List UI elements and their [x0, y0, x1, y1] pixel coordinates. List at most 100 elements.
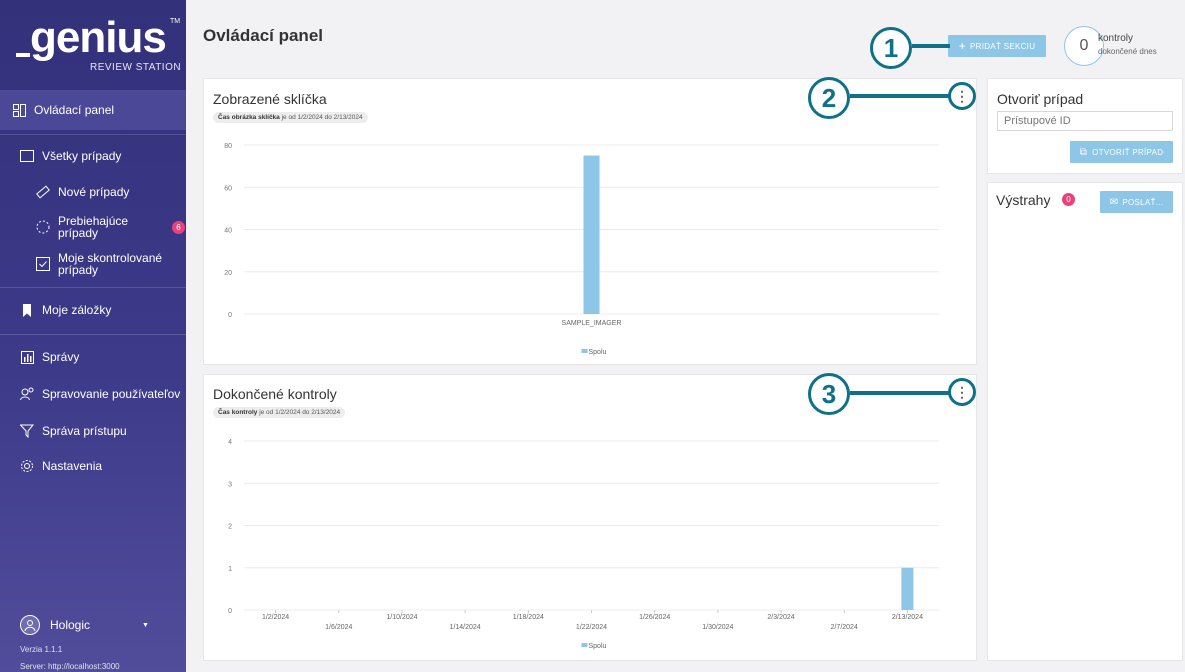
- more-options-icon[interactable]: ⋮: [948, 82, 976, 110]
- x-tick-label: 1/26/2024: [639, 614, 670, 621]
- sidebar-item-label: Všetky prípady: [42, 149, 122, 163]
- dashboard-icon: [12, 103, 26, 117]
- bar-chart-icon: [20, 350, 34, 364]
- legend-label: Spolu: [589, 643, 607, 650]
- divider: [0, 134, 186, 135]
- callout-badge: 1: [870, 27, 912, 69]
- y-tick-label: 40: [224, 228, 232, 235]
- sidebar-item-settings[interactable]: Nastavenia: [0, 456, 186, 476]
- send-label: POSLAŤ...: [1122, 197, 1164, 207]
- legend-label: Spolu: [589, 349, 607, 356]
- x-tick-label: 1/2/2024: [262, 614, 289, 621]
- checks-label: kontroly: [1098, 33, 1134, 44]
- external-link-icon: ⧉: [1079, 146, 1088, 158]
- sidebar-item-label: Spravovanie používateľov: [42, 387, 181, 401]
- y-tick-label: 3: [228, 481, 232, 488]
- mail-icon: ✉: [1109, 196, 1119, 208]
- y-tick-label: 0: [228, 312, 232, 319]
- divider: [0, 287, 186, 288]
- version-text: Verzia 1.1.1: [20, 645, 63, 654]
- y-tick-label: 80: [224, 143, 232, 150]
- sidebar-item-bookmarks[interactable]: Moje záložky: [0, 300, 186, 320]
- add-section-label: PRIDAŤ SEKCIU: [970, 41, 1036, 51]
- open-case-button[interactable]: ⧉ OTVORIŤ PRÍPAD: [1070, 141, 1173, 163]
- callout-line: [850, 94, 950, 98]
- filter-key-icon: [20, 424, 34, 438]
- callout-line: [850, 391, 950, 395]
- folder-icon: [20, 149, 34, 163]
- sidebar-item-reports[interactable]: Správy: [0, 347, 186, 367]
- sidebar: genius TM REVIEW STATION Ovládací panel …: [0, 0, 186, 672]
- sidebar-item-label: Nové prípady: [58, 185, 130, 199]
- add-section-button[interactable]: + PRIDAŤ SEKCIU: [948, 35, 1046, 57]
- x-tick-label: 1/6/2024: [325, 624, 352, 631]
- completed-reviews-card: Dokončené kontroly Čas kontroly je od 1/…: [203, 374, 977, 661]
- bookmark-icon: [20, 303, 34, 317]
- page-title: Ovládací panel: [203, 26, 323, 45]
- x-tick-label: 1/18/2024: [513, 614, 544, 621]
- x-tick-label: SAMPLE_IMAGER: [562, 320, 622, 327]
- sidebar-item-my-reviewed[interactable]: Moje skontrolované prípady: [0, 249, 186, 279]
- chevron-down-icon: ▼: [142, 621, 149, 629]
- logo-tm: TM: [170, 18, 181, 25]
- legend-swatch: [581, 349, 588, 353]
- alerts-title: Výstrahy: [996, 192, 1051, 208]
- divider: [0, 334, 186, 335]
- sidebar-item-label: Moje skontrolované prípady: [58, 251, 163, 277]
- logo-word: genius: [16, 13, 167, 62]
- slides-viewed-card: Zobrazené sklíčka Čas obrázka sklíčka je…: [203, 78, 977, 365]
- callout-badge: 2: [808, 77, 850, 119]
- completed-reviews-chart: 0 1 2 3 4 1/2/2024 1/6/2024 1/10/2024 1/14/2024 1…: [228, 439, 939, 650]
- sidebar-item-in-progress[interactable]: Prebiehajúce prípady: [0, 212, 186, 242]
- y-tick-label: 20: [224, 270, 232, 277]
- sidebar-item-dashboard[interactable]: Ovládací panel: [0, 90, 186, 130]
- open-case-label: OTVORIŤ PRÍPAD: [1092, 147, 1164, 157]
- in-progress-count-badge: 6: [172, 221, 185, 234]
- x-tick-label: 2/7/2024: [831, 624, 858, 631]
- logo[interactable]: genius TM REVIEW STATION: [0, 0, 186, 90]
- alerts-card: Výstrahy 0 ✉ POSLAŤ...: [987, 182, 1183, 661]
- y-tick-label: 0: [228, 608, 232, 615]
- send-alert-button[interactable]: ✉ POSLAŤ...: [1100, 191, 1173, 213]
- x-tick-label: 1/22/2024: [576, 624, 607, 631]
- user-menu[interactable]: Hologic ▼: [20, 615, 149, 635]
- gear-icon: [20, 459, 34, 473]
- sidebar-item-label: Nastavenia: [42, 459, 103, 473]
- checks-sublabel: dokončené dnes: [1098, 47, 1157, 56]
- x-tick-label: 2/13/2024: [892, 614, 923, 621]
- x-tick-label: 1/30/2024: [702, 624, 733, 631]
- y-tick-label: 60: [224, 185, 232, 192]
- user-name: Hologic: [50, 618, 91, 632]
- x-tick-label: 1/14/2024: [450, 624, 481, 631]
- avatar: [20, 615, 40, 635]
- bar: [583, 155, 600, 314]
- server-text: Server: http://localhost:3000: [20, 662, 120, 671]
- more-options-icon[interactable]: ⋮: [948, 378, 976, 406]
- slides-viewed-chart: 0 20 40 60 80 SAMPLE_IMAGER Spolu: [224, 143, 939, 356]
- sidebar-item-label: Správy: [42, 350, 80, 364]
- legend-swatch: [581, 643, 588, 647]
- checkbox-icon: [36, 257, 50, 271]
- x-tick-label: 2/3/2024: [767, 614, 794, 621]
- sidebar-item-label: Ovládací panel: [34, 103, 115, 117]
- checks-count-circle: 0: [1064, 26, 1104, 66]
- sidebar-item-label: Prebiehajúce prípady: [58, 214, 129, 240]
- open-case-title: Otvoriť prípad: [997, 91, 1084, 107]
- slide-icon: [36, 185, 50, 199]
- sidebar-item-user-management[interactable]: Spravovanie používateľov: [0, 384, 186, 404]
- y-tick-label: 2: [228, 524, 232, 531]
- callout-line: [912, 44, 950, 48]
- logo-subtitle: REVIEW STATION: [90, 62, 182, 73]
- y-tick-label: 1: [228, 566, 232, 573]
- sidebar-item-label: Moje záložky: [42, 303, 112, 317]
- sidebar-item-all-cases[interactable]: Všetky prípady: [0, 146, 186, 166]
- users-icon: [20, 387, 34, 401]
- sidebar-item-new-cases[interactable]: Nové prípady: [0, 181, 186, 203]
- callout-badge: 3: [808, 373, 850, 415]
- alerts-count-badge: 0: [1062, 193, 1075, 206]
- access-id-input[interactable]: Prístupové ID: [997, 111, 1173, 131]
- sidebar-item-access-management[interactable]: Správa prístupu: [0, 421, 186, 441]
- sidebar-item-label: Správa prístupu: [42, 424, 127, 438]
- bar: [901, 567, 914, 610]
- progress-circle-icon: [36, 220, 50, 234]
